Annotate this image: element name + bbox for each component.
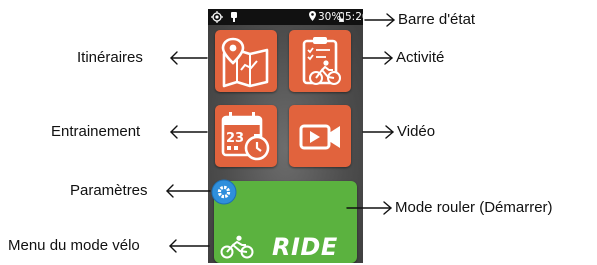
arrow-bike-mode-menu: [169, 239, 210, 253]
annotated-device-figure: 30% 5:20: [0, 0, 597, 265]
arrow-training: [170, 125, 208, 139]
arrow-settings: [166, 184, 211, 198]
arrow-status-bar: [364, 13, 395, 27]
arrow-ride-mode: [346, 201, 392, 215]
callout-arrows: [166, 13, 395, 253]
arrow-activity: [362, 51, 393, 65]
arrow-video: [362, 125, 394, 139]
arrow-itineraries: [170, 51, 208, 65]
